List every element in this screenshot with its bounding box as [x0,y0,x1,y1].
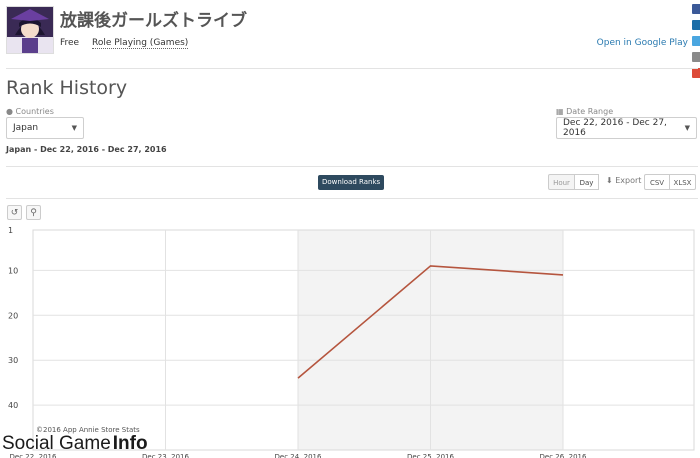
chart-y-tick-label: 10 [8,266,18,275]
date-range-value: Dec 22, 2016 - Dec 27, 2016 [563,118,667,138]
undo-icon: ↺ [10,207,19,218]
chart-y-tick-label: 20 [8,311,18,320]
chart-x-tick-label: Dec 26, 2016 [540,453,587,458]
globe-icon: ● [6,107,13,116]
export-xlsx-button[interactable]: XLSX [670,174,696,190]
export-csv-button[interactable]: CSV [644,174,670,190]
chart-y-tick-label: 30 [8,356,18,365]
app-title: 放課後ガールズトライブ [60,11,247,31]
toolbar-divider [6,198,698,199]
header-divider [6,68,698,69]
date-range-label: ▦ Date Range [556,107,614,116]
app-icon [6,6,54,54]
price-label: Free [60,38,80,48]
chart-x-tick-label: Dec 25, 2016 [407,453,454,458]
share-buttons [692,4,700,84]
download-icon: ⬇ [606,176,613,185]
brand-logo-info: Info [112,433,148,454]
download-ranks-button[interactable]: Download Ranks [318,175,385,190]
section-title: Rank History [6,77,128,99]
zoom-button[interactable]: ⚲ [26,205,41,220]
chart-y-tick-label: 40 [8,401,18,410]
rank-chart: 110203040Dec 22, 2016 Dec 23, 2016 Dec 24,… [8,226,695,458]
zoom-icon: ⚲ [30,207,37,218]
country-select[interactable]: Japan ▼ [6,117,84,139]
date-range-select[interactable]: Dec 22, 2016 - Dec 27, 2016 ▼ [556,117,697,139]
share-twitter-icon[interactable] [692,36,700,46]
hour-toggle[interactable]: Hour [548,174,575,190]
brand-logo-main: Social Game [2,433,111,454]
brand-logo: Social Game Info [2,434,148,453]
export-label: ⬇ Export [606,176,642,185]
reset-zoom-button[interactable]: ↺ [7,205,22,220]
country-select-value: Japan [13,123,39,133]
chart-y-tick-label: 1 [8,226,13,235]
countries-label: ● Countries [6,107,54,116]
open-google-play-link[interactable]: Open in Google Play [597,38,688,48]
chevron-down-icon: ▼ [684,124,690,132]
calendar-icon: ▦ [556,107,564,116]
chevron-down-icon: ▼ [71,124,77,132]
genre-link[interactable]: Role Playing (Games) [92,38,189,49]
day-toggle[interactable]: Day [575,174,599,190]
share-google-plus-icon[interactable] [692,68,700,78]
chart-x-tick-label: Dec 24, 2016 [275,453,322,458]
controls-divider [6,166,698,167]
share-linkedin-icon[interactable] [692,20,700,30]
share-facebook-icon[interactable] [692,4,700,14]
chart-subtitle: Japan - Dec 22, 2016 - Dec 27, 2016 [6,145,167,154]
share-email-icon[interactable] [692,52,700,62]
chart-x-tick-label: Dec 23, 2016 [142,453,189,458]
